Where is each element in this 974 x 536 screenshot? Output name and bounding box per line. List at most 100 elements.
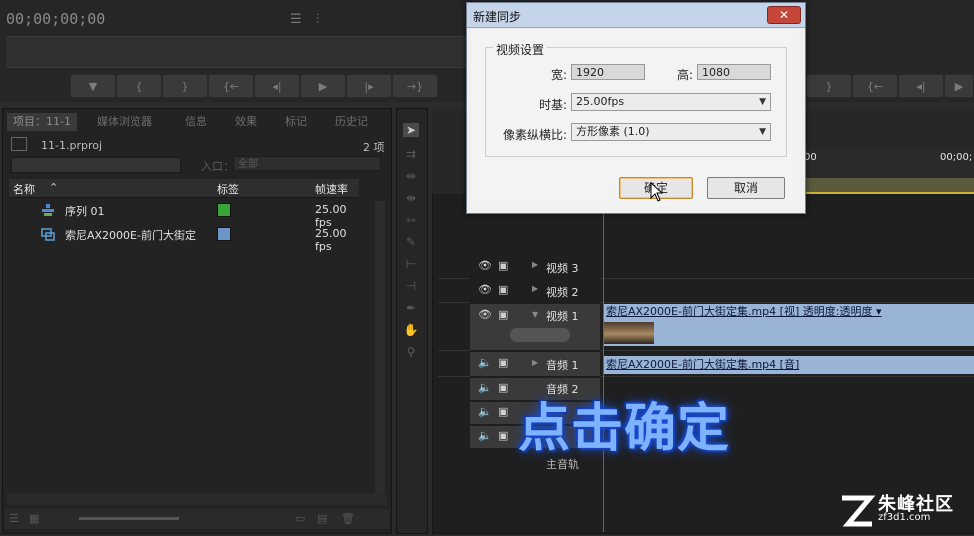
step-forward-button[interactable]: |▸ (346, 74, 392, 98)
height-label: 高: (676, 68, 693, 82)
new-item-icon[interactable]: ▤ (317, 512, 327, 525)
tab-info[interactable]: 信息 (179, 113, 213, 131)
step-back-icon: ◂| (272, 79, 282, 93)
eye-icon[interactable]: 👁 (478, 308, 492, 321)
timebase-value: 25.00fps (576, 95, 625, 108)
item-count: 2 项 (363, 141, 385, 154)
timebase-label: 时基: (538, 98, 567, 112)
folder-icon[interactable] (11, 137, 27, 151)
track-header-video3[interactable]: 👁 ▣ ▶ (470, 256, 600, 279)
pixel-aspect-select[interactable]: 方形像素 (1.0) ▼ (571, 123, 771, 141)
play-icon: ▶ (318, 79, 328, 93)
film-icon[interactable]: ▣ (498, 283, 508, 296)
waveform-icon[interactable]: ⫶ (316, 12, 319, 27)
tab-markers[interactable]: 标记 (279, 113, 313, 131)
rolling-edit-tool-icon[interactable]: ⇼ (403, 191, 419, 205)
icon-view-icon[interactable]: ▦ (29, 512, 39, 525)
audio-clip-label: 索尼AX2000E-前门大街定集.mp4 [音] (606, 358, 800, 371)
mark-in-button[interactable]: { (116, 74, 162, 98)
expand-icon[interactable]: ▶ (532, 260, 538, 269)
film-icon[interactable]: ▣ (498, 259, 508, 272)
monitor-ruler[interactable] (6, 36, 466, 68)
mark-out-button[interactable]: } (162, 74, 208, 98)
zoom-tool-icon[interactable]: ⚲ (403, 345, 419, 359)
close-button[interactable]: ✕ (767, 6, 801, 24)
play-button-program[interactable]: ▶ (944, 74, 974, 98)
track-header-audio1[interactable]: 🔈 ▣ ▶ (470, 352, 600, 377)
list-icon[interactable]: ☰ (290, 12, 302, 27)
column-frame-rate[interactable]: 帧速率 (315, 181, 348, 197)
sort-ascending-icon[interactable]: ⌃ (49, 181, 58, 194)
razor-tool-icon[interactable]: ✎ (403, 235, 419, 249)
slip-tool-icon[interactable]: ⊢ (403, 257, 419, 271)
track-header-video2[interactable]: 👁 ▣ ▶ (470, 280, 600, 303)
in-select[interactable]: 全部 (233, 156, 381, 171)
eye-icon[interactable]: 👁 (478, 259, 492, 272)
track-header-video1[interactable]: 👁 ▣ ▼ (470, 304, 600, 351)
speaker-icon[interactable]: 🔈 (478, 381, 492, 394)
selection-tool-icon[interactable]: ➤ (403, 123, 419, 137)
speaker-icon[interactable]: 🔈 (478, 356, 492, 369)
video-clip[interactable]: 索尼AX2000E-前门大街定集.mp4 [视] 透明度:透明度 ▾ (604, 304, 974, 320)
dialog-title: 新建同步 (473, 10, 522, 24)
cancel-button[interactable]: 取消 (707, 177, 785, 199)
tab-history[interactable]: 历史记 (329, 113, 374, 131)
panel-footer: ☰ ▦ ▭ ▤ 🗑 (5, 509, 389, 529)
tab-project[interactable]: 项目：11-1 (7, 113, 77, 131)
work-area-bar[interactable] (800, 178, 974, 192)
label-swatch[interactable] (217, 203, 231, 217)
track-label-video3: 视频 3 (546, 262, 579, 275)
ripple-edit-tool-icon[interactable]: ⇹ (403, 169, 419, 183)
film-icon[interactable]: ▣ (498, 356, 508, 369)
collapse-icon[interactable]: ▼ (532, 310, 538, 319)
width-field[interactable]: 1920 (571, 64, 645, 80)
speaker-icon[interactable]: 🔈 (478, 429, 492, 442)
marker-button[interactable]: ▼ (70, 74, 116, 98)
list-view-icon[interactable]: ☰ (9, 512, 19, 525)
slide-tool-icon[interactable]: ⊣ (403, 279, 419, 293)
film-icon[interactable]: ▣ (498, 429, 508, 442)
clear-icon[interactable]: 🗑 (341, 512, 355, 525)
step-back-button-program[interactable]: ◂| (898, 74, 944, 98)
audio-clip[interactable]: 索尼AX2000E-前门大街定集.mp4 [音] (604, 356, 974, 374)
go-to-in-button-program[interactable]: {← (852, 74, 898, 98)
width-label: 宽: (550, 68, 567, 82)
film-icon[interactable]: ▣ (498, 308, 508, 321)
play-button[interactable]: ▶ (300, 74, 346, 98)
hand-tool-icon[interactable]: ✋ (403, 323, 419, 337)
chevron-down-icon: ▼ (759, 97, 766, 107)
zoom-slider[interactable] (79, 517, 179, 520)
tools-panel: ➤ ⇉ ⇹ ⇼ ⇿ ✎ ⊢ ⊣ ✒ ✋ ⚲ (396, 108, 428, 534)
film-icon[interactable]: ▣ (498, 381, 508, 394)
pen-tool-icon[interactable]: ✒ (403, 301, 419, 315)
step-back-button[interactable]: ◂| (254, 74, 300, 98)
tab-media-browser[interactable]: 媒体浏览器 (91, 113, 158, 131)
list-item[interactable]: 序列 01 25.00 fps (9, 199, 359, 229)
tab-effects[interactable]: 效果 (229, 113, 263, 131)
go-to-out-button[interactable]: →} (392, 74, 438, 98)
new-bin-icon[interactable]: ▭ (295, 512, 305, 525)
playhead[interactable] (603, 194, 604, 532)
label-swatch[interactable] (217, 227, 231, 241)
track-select-tool-icon[interactable]: ⇉ (403, 147, 419, 161)
go-to-in-button[interactable]: {← (208, 74, 254, 98)
timecode-display[interactable]: 00;00;00;00 (6, 10, 105, 28)
search-input[interactable] (11, 157, 181, 173)
height-field[interactable]: 1080 (697, 64, 771, 80)
column-name[interactable]: 名称 (13, 181, 35, 197)
film-icon[interactable]: ▣ (498, 405, 508, 418)
new-sequence-dialog: 新建同步 ✕ 视频设置 宽: 1920 高: 1080 时基: 25.00fps… (466, 2, 806, 214)
mark-out-button-program[interactable]: } (806, 74, 852, 98)
keyframe-control[interactable] (510, 328, 570, 342)
list-item[interactable]: 索尼AX2000E-前门大街定 25.00 fps (9, 223, 359, 253)
expand-icon[interactable]: ▶ (532, 284, 538, 293)
timebase-select[interactable]: 25.00fps ▼ (571, 93, 771, 111)
eye-icon[interactable]: 👁 (478, 283, 492, 296)
speaker-icon[interactable]: 🔈 (478, 405, 492, 418)
column-label[interactable]: 标签 (217, 181, 239, 197)
horizontal-scrollbar[interactable] (7, 493, 387, 505)
vertical-scrollbar[interactable] (375, 201, 385, 501)
expand-icon[interactable]: ▶ (532, 358, 538, 367)
video-clip-body[interactable] (604, 320, 974, 346)
rate-stretch-tool-icon[interactable]: ⇿ (403, 213, 419, 227)
